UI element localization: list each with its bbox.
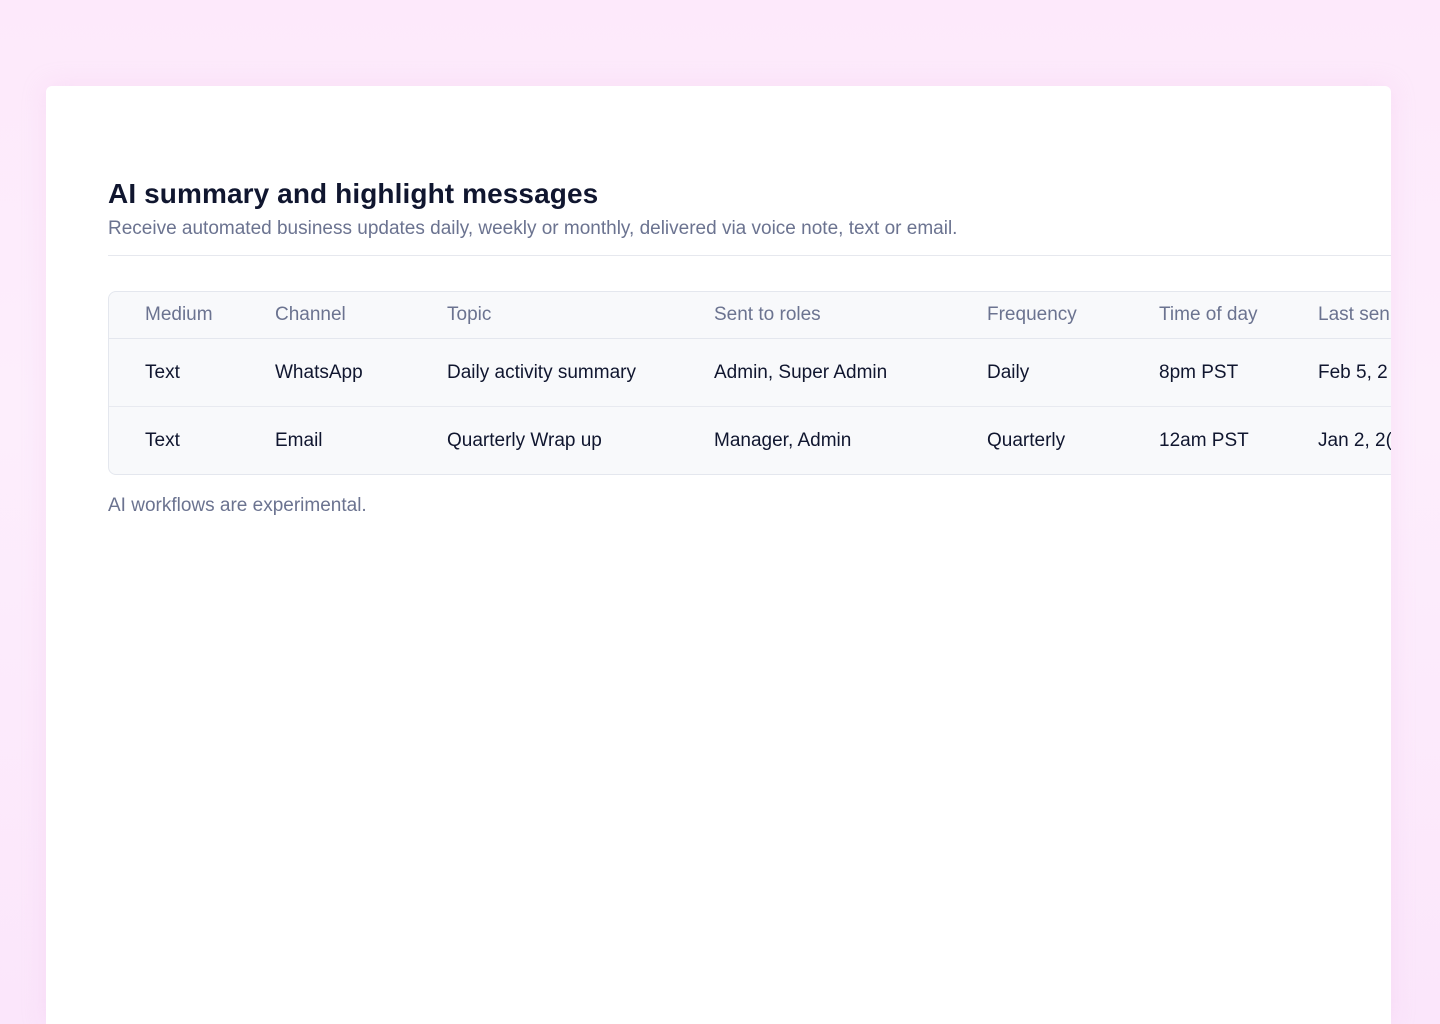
table-row-spacer	[109, 406, 145, 474]
column-header-sent-to-roles[interactable]: Sent to roles	[714, 292, 987, 339]
column-header-medium[interactable]: Medium	[145, 292, 275, 339]
cell-medium: Text	[145, 361, 180, 383]
page-title: AI summary and highlight messages	[108, 178, 599, 209]
table-row-spacer	[109, 339, 145, 407]
cell-last-sent: Feb 5, 2	[1318, 361, 1388, 383]
table-header-spacer	[109, 292, 145, 339]
messages-table: Medium Channel Topic Sent to roles Frequ…	[108, 291, 1391, 475]
cell-frequency: Quarterly	[987, 406, 1159, 474]
column-header-last-sent[interactable]: Last sen	[1318, 292, 1391, 339]
page-subtitle: Receive automated business updates daily…	[108, 218, 958, 239]
column-header-topic[interactable]: Topic	[447, 292, 714, 339]
experimental-footnote: AI workflows are experimental.	[108, 495, 367, 516]
table-row[interactable]: Text Email Quarterly Wrap up Manager, Ad…	[109, 406, 1391, 474]
cell-channel: WhatsApp	[275, 361, 363, 383]
column-header-time-of-day[interactable]: Time of day	[1159, 292, 1318, 339]
cell-channel: Email	[275, 406, 447, 474]
column-header-frequency[interactable]: Frequency	[987, 292, 1159, 339]
cell-sent-to-roles: Admin, Super Admin	[714, 361, 888, 383]
cell-time-of-day: 8pm PST	[1159, 361, 1239, 383]
cell-topic: Quarterly Wrap up	[447, 406, 714, 474]
cell-medium: Text	[145, 406, 275, 474]
table-row[interactable]: Text WhatsApp Daily activity summary Adm…	[109, 339, 1391, 407]
table-header-row: Medium Channel Topic Sent to roles Frequ…	[109, 292, 1391, 339]
divider	[108, 255, 1391, 256]
column-header-channel[interactable]: Channel	[275, 292, 447, 339]
cell-frequency: Daily	[987, 361, 1030, 383]
content-panel: AI summary and highlight messages Receiv…	[46, 86, 1391, 1024]
cell-topic: Daily activity summary	[447, 361, 636, 383]
cell-sent-to-roles: Manager, Admin	[714, 406, 987, 474]
ai-messages-section: AI summary and highlight messages Receiv…	[108, 176, 1391, 519]
cell-last-sent: Jan 2, 2(	[1318, 406, 1391, 474]
cell-time-of-day: 12am PST	[1159, 406, 1318, 474]
